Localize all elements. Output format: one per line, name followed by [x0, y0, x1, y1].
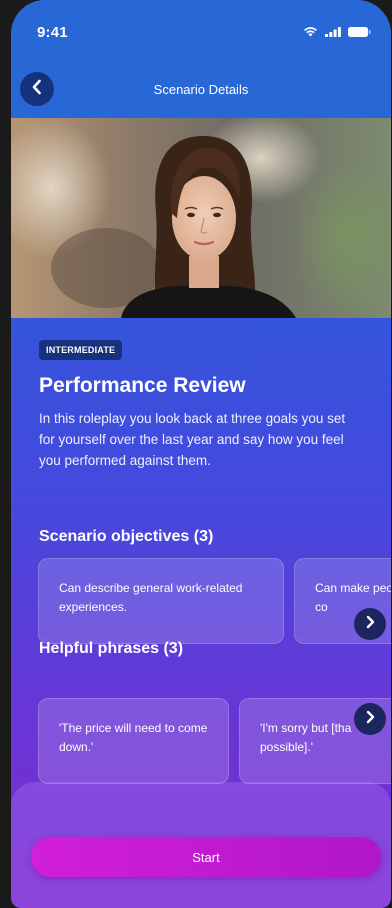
signal-icon — [325, 27, 341, 37]
phrases-carousel[interactable]: 'The price will need to come down.' 'I'm… — [38, 698, 391, 784]
level-badge: INTERMEDIATE — [39, 340, 123, 360]
phrases-next-button[interactable] — [354, 703, 386, 735]
phone-screen: 9:41 Scenario Details INTERMEDIATE Perfo… — [11, 0, 391, 908]
objective-card[interactable]: Can describe general work-related experi… — [38, 558, 284, 644]
phrases-heading: Helpful phrases (3) — [39, 640, 184, 657]
objectives-next-button[interactable] — [354, 608, 386, 640]
phrase-card[interactable]: 'The price will need to come down.' — [38, 698, 229, 784]
wifi-icon — [303, 26, 318, 37]
avatar-image — [11, 118, 391, 318]
status-icons — [303, 26, 371, 37]
start-button[interactable]: Start — [31, 837, 381, 877]
page-title: Scenario Details — [153, 82, 249, 97]
battery-icon — [348, 27, 371, 37]
bottom-action-panel: Start — [11, 782, 391, 908]
header-bar: Scenario Details — [11, 60, 391, 118]
scenario-description: In this roleplay you look back at three … — [39, 411, 346, 468]
objectives-carousel[interactable]: Can describe general work-related experi… — [38, 558, 391, 644]
objectives-heading: Scenario objectives (3) — [39, 528, 214, 545]
scenario-title: Performance Review — [39, 374, 246, 397]
chevron-right-icon — [365, 710, 375, 729]
status-time: 9:41 — [37, 24, 68, 41]
status-bar: 9:41 — [11, 0, 391, 60]
chevron-right-icon — [365, 615, 375, 634]
